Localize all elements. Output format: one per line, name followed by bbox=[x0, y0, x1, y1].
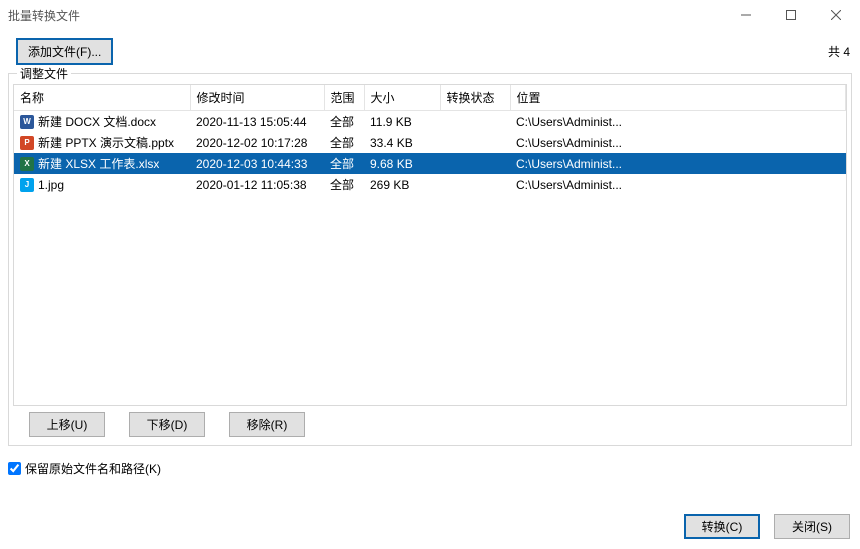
file-list[interactable]: 名称 修改时间 范围 大小 转换状态 位置 W 新建 DOCX 文档.docx 20… bbox=[13, 84, 847, 406]
table-header-row: 名称 修改时间 范围 大小 转换状态 位置 bbox=[14, 85, 846, 111]
file-name: 新建 DOCX 文档.docx bbox=[38, 113, 156, 130]
file-scope: 全部 bbox=[324, 153, 364, 174]
col-location[interactable]: 位置 bbox=[510, 85, 846, 111]
table-row[interactable]: P 新建 PPTX 演示文稿.pptx 2020-12-02 10:17:28全部3… bbox=[14, 132, 846, 153]
move-up-button[interactable]: 上移(U) bbox=[29, 412, 105, 437]
file-location: C:\Users\Administ... bbox=[510, 132, 846, 153]
add-file-button[interactable]: 添加文件(F)... bbox=[16, 38, 113, 65]
file-status bbox=[440, 111, 510, 133]
file-list-group: 调整文件 名称 修改时间 范围 大小 转换状态 位置 W新建 DOCX bbox=[8, 73, 852, 446]
col-name[interactable]: 名称 bbox=[14, 85, 190, 111]
file-mtime: 2020-01-12 11:05:38 bbox=[190, 174, 324, 195]
col-size[interactable]: 大小 bbox=[364, 85, 440, 111]
group-legend: 调整文件 bbox=[17, 65, 71, 82]
table-row[interactable]: X 新建 XLSX 工作表.xlsx 2020-12-03 10:44:33全部9.… bbox=[14, 153, 846, 174]
pptx-file-icon: P bbox=[20, 136, 34, 150]
convert-button[interactable]: 转换(C) bbox=[684, 514, 760, 539]
table-row[interactable]: J 1.jpg 2020-01-12 11:05:38全部269 KB C:\User… bbox=[14, 174, 846, 195]
file-mtime: 2020-12-02 10:17:28 bbox=[190, 132, 324, 153]
window-title: 批量转换文件 bbox=[8, 7, 80, 24]
xlsx-file-icon: X bbox=[20, 157, 34, 171]
file-count-label: 共 4 bbox=[828, 43, 850, 60]
file-name: 1.jpg bbox=[38, 178, 64, 192]
keep-original-label[interactable]: 保留原始文件名和路径(K) bbox=[25, 460, 161, 477]
file-status bbox=[440, 132, 510, 153]
options-row: 保留原始文件名和路径(K) bbox=[0, 454, 860, 479]
file-scope: 全部 bbox=[324, 132, 364, 153]
file-status bbox=[440, 153, 510, 174]
minimize-button[interactable] bbox=[723, 1, 768, 29]
footer-buttons: 转换(C) 关闭(S) bbox=[684, 514, 850, 539]
col-mtime[interactable]: 修改时间 bbox=[190, 85, 324, 111]
remove-button[interactable]: 移除(R) bbox=[229, 412, 305, 437]
table-row[interactable]: W 新建 DOCX 文档.docx 2020-11-13 15:05:44全部11.… bbox=[14, 111, 846, 133]
file-size: 9.68 KB bbox=[364, 153, 440, 174]
jpg-file-icon: J bbox=[20, 178, 34, 192]
toolbar: 添加文件(F)... 共 4 bbox=[0, 30, 860, 71]
file-name: 新建 XLSX 工作表.xlsx bbox=[38, 155, 159, 172]
file-name: 新建 PPTX 演示文稿.pptx bbox=[38, 134, 174, 151]
file-scope: 全部 bbox=[324, 174, 364, 195]
titlebar: 批量转换文件 bbox=[0, 0, 860, 30]
close-dialog-button[interactable]: 关闭(S) bbox=[774, 514, 850, 539]
keep-original-checkbox[interactable] bbox=[8, 462, 21, 475]
docx-file-icon: W bbox=[20, 115, 34, 129]
file-status bbox=[440, 174, 510, 195]
file-size: 269 KB bbox=[364, 174, 440, 195]
move-down-button[interactable]: 下移(D) bbox=[129, 412, 205, 437]
file-location: C:\Users\Administ... bbox=[510, 153, 846, 174]
file-location: C:\Users\Administ... bbox=[510, 111, 846, 133]
file-location: C:\Users\Administ... bbox=[510, 174, 846, 195]
file-size: 33.4 KB bbox=[364, 132, 440, 153]
file-scope: 全部 bbox=[324, 111, 364, 133]
col-status[interactable]: 转换状态 bbox=[440, 85, 510, 111]
file-mtime: 2020-11-13 15:05:44 bbox=[190, 111, 324, 133]
list-button-row: 上移(U) 下移(D) 移除(R) bbox=[13, 406, 847, 437]
file-mtime: 2020-12-03 10:44:33 bbox=[190, 153, 324, 174]
file-size: 11.9 KB bbox=[364, 111, 440, 133]
maximize-button[interactable] bbox=[768, 1, 813, 29]
close-button[interactable] bbox=[813, 1, 858, 29]
col-scope[interactable]: 范围 bbox=[324, 85, 364, 111]
